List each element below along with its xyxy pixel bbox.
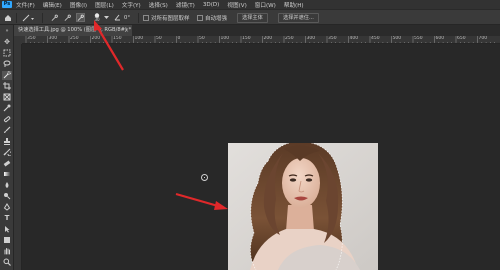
new-selection-icon[interactable] (50, 13, 59, 22)
eyedropper-icon[interactable] (2, 104, 12, 113)
eraser-icon[interactable] (2, 159, 12, 168)
angle-icon (113, 13, 121, 22)
separator (16, 13, 17, 23)
hand-icon[interactable] (2, 247, 12, 256)
stamp-icon[interactable] (2, 137, 12, 146)
pen-icon[interactable] (2, 203, 12, 212)
blur-icon[interactable] (2, 181, 12, 190)
ruler-tick-label: 150 (113, 36, 122, 41)
menu-layer[interactable]: 图层(L) (95, 1, 114, 9)
home-icon[interactable] (3, 13, 12, 22)
menu-type[interactable]: 文字(Y) (122, 1, 141, 9)
menu-window[interactable]: 窗口(W) (255, 1, 276, 9)
menu-view[interactable]: 视图(V) (227, 1, 246, 9)
ruler-tick-label: 200 (263, 36, 273, 41)
marquee-icon[interactable] (2, 49, 12, 58)
ruler-tick-label: 200 (91, 36, 101, 41)
menu-help[interactable]: 帮助(H) (284, 1, 304, 9)
ruler-tick-label: 450 (371, 36, 380, 41)
chevron-down-icon[interactable] (103, 13, 109, 22)
ruler-tick-label: 500 (392, 36, 402, 41)
ruler-tick-label: 300 (306, 36, 316, 41)
tool-preset-picker[interactable] (21, 13, 35, 22)
brush-icon[interactable] (2, 126, 12, 135)
document-tab[interactable]: 快速选择工具.jpg @ 100% (图层 0, RGB/8#) * × (14, 25, 132, 36)
brush-cursor (201, 174, 208, 181)
document-tab-bar: 快速选择工具.jpg @ 100% (图层 0, RGB/8#) * × (14, 25, 500, 36)
ruler-tick-label: 100 (220, 36, 230, 41)
type-icon[interactable]: T (2, 214, 12, 223)
menu-select[interactable]: 选择(S) (149, 1, 168, 9)
auto-enhance-label: 自动增强 (205, 15, 228, 22)
healing-icon[interactable] (2, 115, 12, 124)
select-and-mask-button[interactable]: 选择并遮住... (278, 13, 319, 23)
path-select-icon[interactable] (2, 225, 12, 234)
sample-all-layers-checkbox[interactable]: 对所有图层取样 (143, 13, 193, 22)
separator (42, 13, 43, 23)
ruler-tick-label: 150 (242, 36, 251, 41)
quick-select-icon[interactable] (2, 71, 12, 80)
brush-size-picker[interactable]: 30 (91, 13, 103, 22)
ruler-tick-label: 350 (328, 36, 337, 41)
auto-enhance-checkbox[interactable]: 自动增强 (197, 13, 235, 22)
ruler-tick-label: 50 (199, 36, 205, 41)
zoom-icon[interactable] (2, 258, 12, 267)
menu-filter[interactable]: 滤镜(T) (176, 1, 195, 9)
horizontal-ruler[interactable]: 350 300 250 200 150 100 50 0 50 100 150 200 250 300 35… (22, 36, 500, 44)
document-tab-title: 快速选择工具.jpg @ 100% (图层 0, RGB/8#) * (18, 27, 132, 33)
crop-icon[interactable] (2, 82, 12, 91)
menu-image[interactable]: 图像(I) (70, 1, 87, 9)
ruler-corner (14, 36, 22, 44)
ruler-tick-label: 250 (285, 36, 294, 41)
lasso-icon[interactable] (2, 60, 12, 69)
select-subject-button[interactable]: 选择主体 (237, 13, 268, 23)
options-bar: 30 0° 对所有图层取样 自动增强 选择主体 选择并遮住... (0, 9, 500, 25)
angle-value[interactable]: 0° (122, 13, 132, 22)
brush-size-value: 30 (94, 17, 100, 22)
menu-edit[interactable]: 编辑(E) (43, 1, 62, 9)
ruler-tick-label: 0 (177, 36, 181, 41)
ruler-tick-label: 350 (27, 36, 36, 41)
ruler-tick-label: 50 (156, 36, 162, 41)
photoshop-logo[interactable]: Ps (2, 1, 12, 8)
ruler-tick-label: 300 (48, 36, 58, 41)
portrait-illustration (228, 143, 378, 270)
menu-bar: Ps 文件(F) 编辑(E) 图像(I) 图层(L) 文字(Y) 选择(S) 滤… (0, 0, 500, 9)
ruler-tick-label: 250 (70, 36, 79, 41)
ruler-tick-label: 400 (349, 36, 359, 41)
shape-icon[interactable] (2, 236, 12, 245)
ruler-tick-label: 100 (134, 36, 144, 41)
menu-3d[interactable]: 3D(D) (203, 2, 220, 8)
add-to-selection-icon[interactable] (63, 13, 72, 22)
ruler-tick-label: 600 (435, 36, 445, 41)
checkbox-box[interactable] (143, 14, 149, 21)
ruler-tick-label: 650 (457, 36, 466, 41)
separator (138, 13, 139, 23)
gradient-icon[interactable] (2, 170, 12, 179)
portrait-image[interactable] (228, 143, 378, 270)
dodge-icon[interactable] (2, 192, 12, 201)
subtract-from-selection-icon[interactable] (76, 13, 85, 22)
move-icon[interactable]: ✥ (2, 38, 12, 47)
ruler-tick-label: 550 (414, 36, 423, 41)
frame-icon[interactable] (2, 93, 12, 102)
tools-panel: » ✥ T (0, 25, 14, 270)
ruler-tick-label: 700 (478, 36, 488, 41)
history-brush-icon[interactable] (2, 148, 13, 157)
vertical-ruler[interactable] (14, 44, 22, 270)
menu-file[interactable]: 文件(F) (16, 1, 35, 9)
collapse-icon[interactable]: » (2, 27, 12, 36)
sample-all-layers-label: 对所有图层取样 (151, 15, 190, 22)
close-icon[interactable]: × (124, 25, 129, 36)
checkbox-box[interactable] (197, 14, 203, 21)
